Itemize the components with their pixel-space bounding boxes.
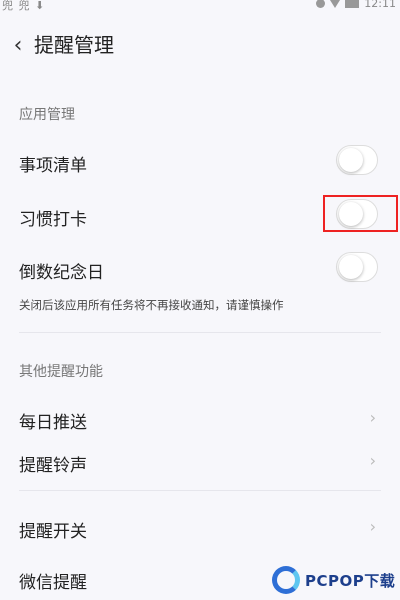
chevron-left-icon[interactable]: ‹: [9, 32, 27, 58]
row-todo-list[interactable]: 事项清单: [0, 143, 400, 183]
watermark: PCPOP下载: [272, 562, 400, 598]
page-title: 提醒管理: [34, 33, 114, 57]
section-title-app: 应用管理: [19, 107, 75, 123]
row-label: 提醒开关: [19, 522, 87, 542]
toggle-knob: [339, 255, 363, 279]
row-habit-checkin[interactable]: 习惯打卡: [0, 197, 400, 237]
toggle-knob: [339, 202, 363, 226]
row-countdown[interactable]: 倒数纪念日: [0, 250, 400, 290]
dnd-icon: [316, 0, 326, 8]
status-left-icons: 兜 兜 ⬇: [2, 0, 46, 12]
chevron-right-icon: ›: [369, 408, 376, 427]
row-label: 提醒铃声: [19, 456, 87, 476]
row-label: 习惯打卡: [19, 210, 87, 230]
toggle-knob: [339, 148, 363, 172]
toggle-switch[interactable]: [336, 145, 378, 175]
row-reminder-switch[interactable]: 提醒开关 ›: [0, 509, 400, 549]
row-label: 倒数纪念日: [19, 263, 104, 283]
status-time: 12:11: [364, 0, 396, 10]
toggle-switch[interactable]: [336, 252, 378, 282]
warning-note: 关闭后该应用所有任务将不再接收通知，请谨慎操作: [19, 298, 284, 312]
battery-icon: [345, 0, 360, 8]
watermark-logo-icon: [272, 566, 300, 594]
status-bar: 兜 兜 ⬇ 12:11: [0, 0, 400, 14]
toggle-switch[interactable]: [336, 199, 378, 229]
divider: [19, 332, 381, 333]
watermark-text: PCPOP下载: [305, 571, 396, 590]
chevron-right-icon: ›: [369, 451, 376, 470]
row-label: 事项清单: [19, 156, 87, 176]
divider: [19, 490, 381, 491]
row-label: 每日推送: [19, 413, 87, 433]
row-ringtone[interactable]: 提醒铃声 ›: [0, 443, 400, 483]
section-title-other: 其他提醒功能: [19, 364, 103, 380]
status-right: 12:11: [316, 0, 396, 10]
chevron-right-icon: ›: [369, 517, 376, 536]
header: ‹ 提醒管理: [0, 30, 400, 60]
row-daily-push[interactable]: 每日推送 ›: [0, 400, 400, 440]
row-label: 微信提醒: [19, 573, 87, 593]
wifi-icon: [330, 0, 341, 8]
